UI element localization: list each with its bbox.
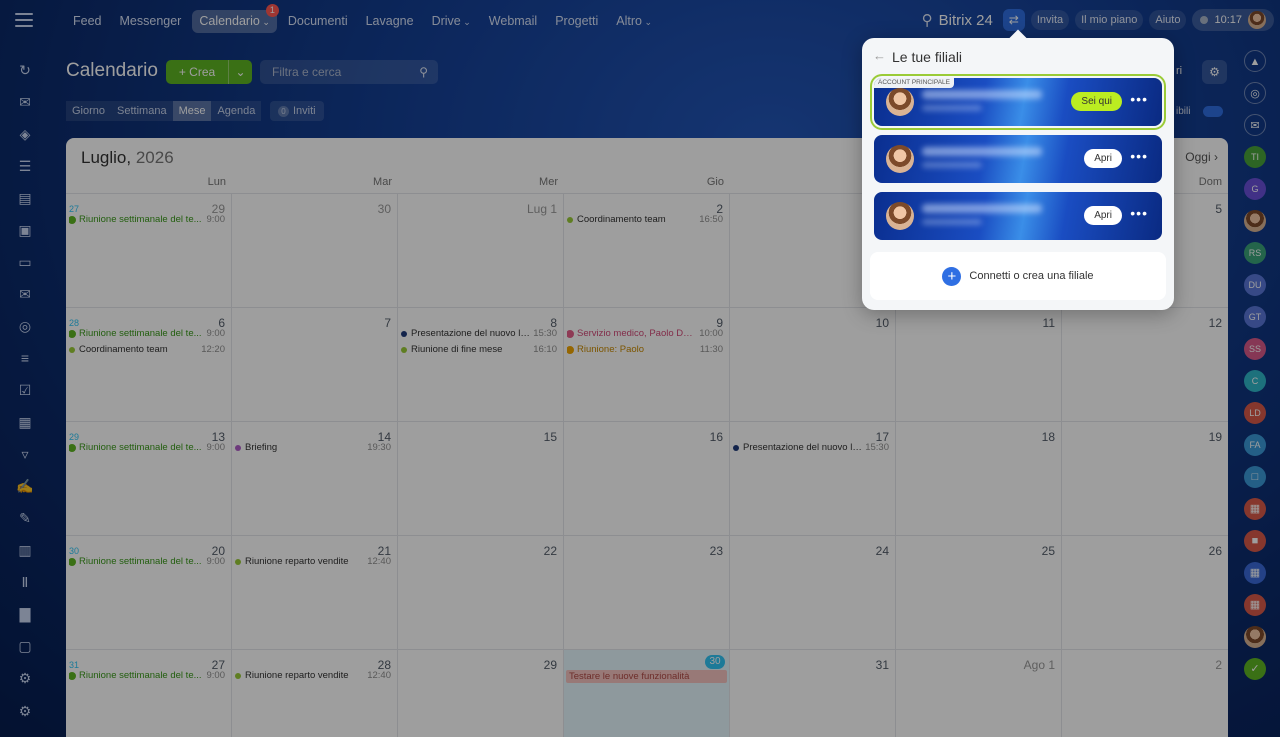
branch-card-3[interactable]: Apri ••• <box>874 192 1162 240</box>
blurred-url <box>922 105 982 111</box>
branch-avatar <box>886 202 914 230</box>
blurred-name <box>922 147 1042 156</box>
branches-popup: ← Le tue filiali ACCOUNT PRINCIPALE Sei … <box>862 38 1174 310</box>
plus-icon: + <box>942 266 962 286</box>
blurred-name <box>922 204 1042 213</box>
branch-card-2[interactable]: Apri ••• <box>874 135 1162 183</box>
more-icon[interactable]: ••• <box>1130 206 1148 220</box>
blurred-url <box>922 162 982 168</box>
here-badge: Sei qui <box>1071 92 1122 111</box>
more-icon[interactable]: ••• <box>1130 92 1148 106</box>
branch-avatar <box>886 88 914 116</box>
connect-branch-button[interactable]: + Connetti o crea una filiale <box>870 252 1166 300</box>
open-button[interactable]: Apri <box>1084 149 1122 168</box>
main-account-tag: ACCOUNT PRINCIPALE <box>874 78 954 88</box>
back-arrow-icon[interactable]: ← <box>873 48 886 63</box>
open-button[interactable]: Apri <box>1084 206 1122 225</box>
branch-avatar <box>886 145 914 173</box>
popup-title: Le tue filiali <box>892 49 963 65</box>
connect-label: Connetti o crea una filiale <box>969 270 1094 282</box>
more-icon[interactable]: ••• <box>1130 149 1148 163</box>
blurred-url <box>922 219 982 225</box>
branch-card-main[interactable]: ACCOUNT PRINCIPALE Sei qui ••• <box>874 78 1162 126</box>
blurred-name <box>922 90 1042 99</box>
